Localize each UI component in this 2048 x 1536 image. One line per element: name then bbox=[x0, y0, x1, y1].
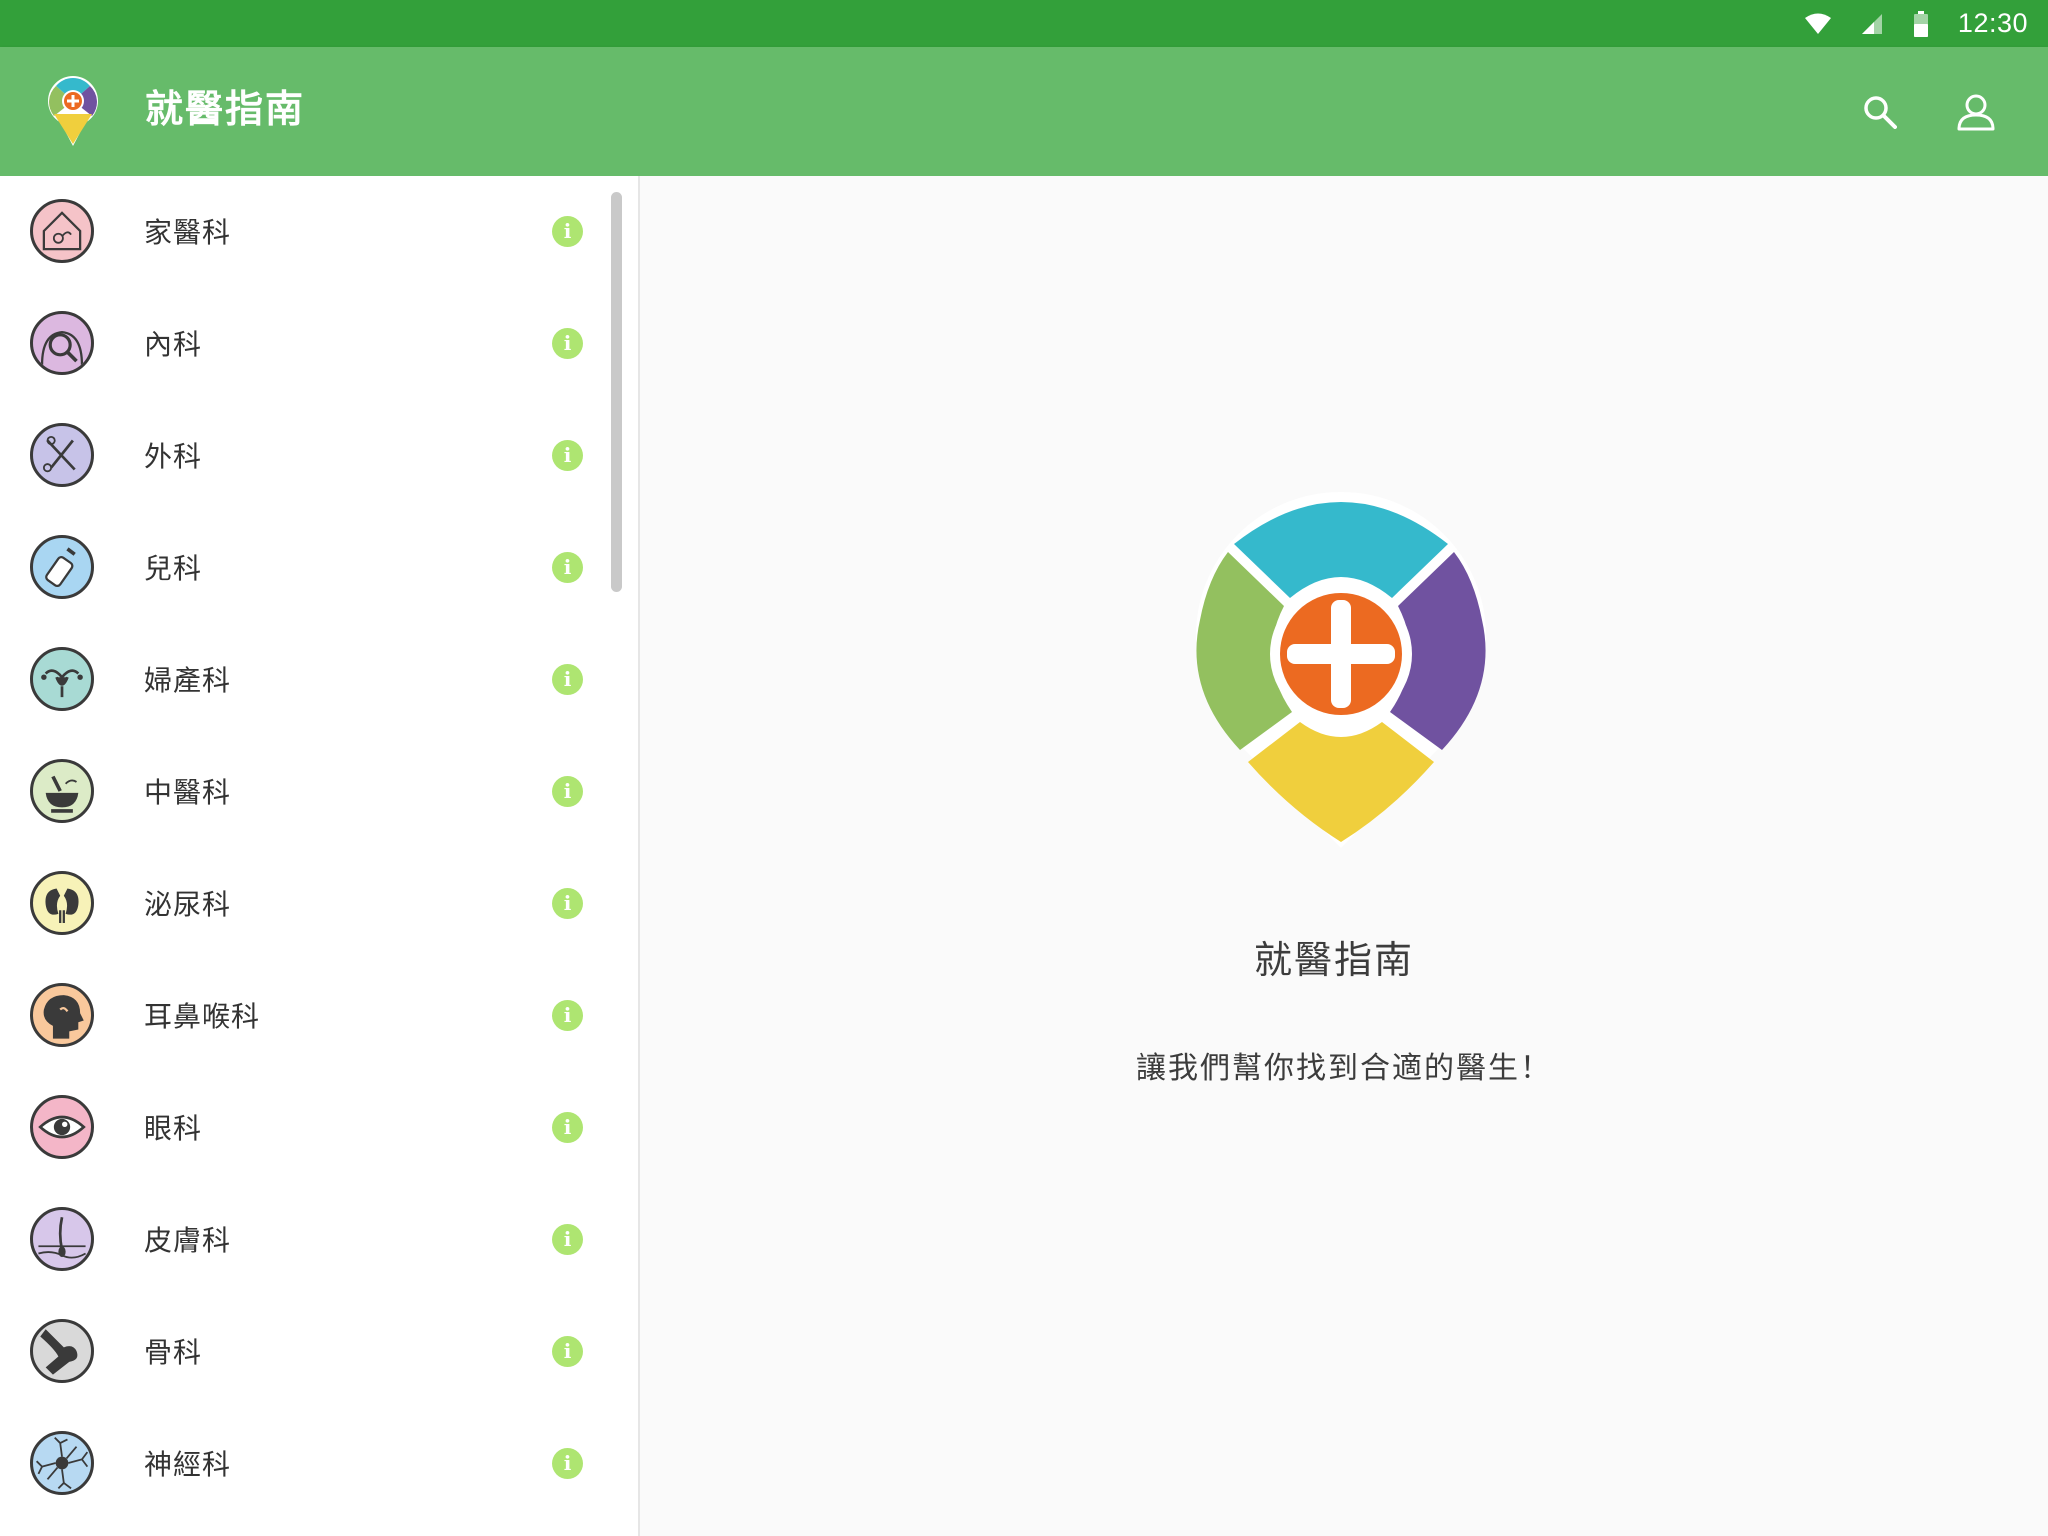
house-doctor-icon bbox=[30, 199, 94, 263]
info-icon[interactable]: i bbox=[552, 1111, 583, 1143]
info-icon[interactable]: i bbox=[552, 439, 583, 471]
department-label: 中醫科 bbox=[144, 776, 232, 809]
uterus-icon bbox=[30, 647, 94, 711]
search-icon bbox=[1864, 96, 1897, 129]
account-button[interactable] bbox=[1951, 87, 2001, 137]
info-icon[interactable]: i bbox=[552, 551, 583, 583]
status-icons: 12:30 bbox=[1804, 0, 2028, 47]
department-label: 內科 bbox=[144, 328, 203, 361]
skin-hair-icon bbox=[30, 1207, 94, 1271]
cell-signal-icon bbox=[1861, 13, 1882, 34]
department-label: 骨科 bbox=[144, 1336, 203, 1369]
app-logo-icon bbox=[48, 76, 98, 146]
department-list[interactable]: 家醫科 i 內科 i 外科 i 兒科 i 婦產科 i 中醫科 i 泌尿科 i 耳鼻喉科 i 眼科 i 皮膚科 i 骨科 i… bbox=[0, 176, 640, 1536]
department-item[interactable]: 兒科 i bbox=[0, 511, 600, 623]
battery-icon bbox=[1913, 10, 1928, 37]
department-item[interactable]: 泌尿科 i bbox=[0, 847, 600, 959]
info-icon[interactable]: i bbox=[552, 327, 583, 359]
head-profile-icon bbox=[30, 983, 94, 1047]
info-icon[interactable]: i bbox=[552, 1335, 583, 1367]
status-bar: 12:30 bbox=[0, 0, 2048, 47]
department-label: 神經科 bbox=[144, 1448, 232, 1481]
herb-mortar-icon bbox=[30, 759, 94, 823]
info-icon[interactable]: i bbox=[552, 663, 583, 695]
department-item[interactable]: 神經科 i bbox=[0, 1407, 600, 1519]
department-item[interactable]: 家醫科 i bbox=[0, 176, 600, 287]
department-item[interactable]: 婦產科 i bbox=[0, 623, 600, 735]
department-label: 皮膚科 bbox=[144, 1224, 232, 1257]
eye-icon bbox=[30, 1095, 94, 1159]
department-label: 耳鼻喉科 bbox=[144, 1000, 261, 1033]
app-title: 就醫指南 bbox=[145, 87, 306, 131]
knee-bone-icon bbox=[30, 1319, 94, 1383]
department-label: 兒科 bbox=[144, 552, 203, 585]
app-bar: 就醫指南 bbox=[0, 47, 2048, 176]
wifi-icon bbox=[1804, 13, 1831, 34]
department-item[interactable]: 耳鼻喉科 i bbox=[0, 959, 600, 1071]
main-subtitle: 讓我們幫你找到合適的醫生！ bbox=[1136, 1051, 1552, 1086]
department-label: 泌尿科 bbox=[144, 888, 232, 921]
account-icon bbox=[1957, 94, 1995, 131]
body-magnifier-icon bbox=[30, 311, 94, 375]
baby-bottle-icon bbox=[30, 535, 94, 599]
info-icon[interactable]: i bbox=[552, 887, 583, 919]
department-label: 眼科 bbox=[144, 1112, 203, 1145]
neuron-icon bbox=[30, 1431, 94, 1495]
info-icon[interactable]: i bbox=[552, 775, 583, 807]
department-item[interactable]: 內科 i bbox=[0, 287, 600, 399]
department-label: 外科 bbox=[144, 440, 203, 473]
info-icon[interactable]: i bbox=[552, 215, 583, 247]
department-item[interactable]: 外科 i bbox=[0, 399, 600, 511]
department-label: 婦產科 bbox=[144, 664, 232, 697]
main-panel: 就醫指南 讓我們幫你找到合適的醫生！ bbox=[640, 176, 2048, 1536]
department-item[interactable]: 中醫科 i bbox=[0, 735, 600, 847]
info-icon[interactable]: i bbox=[552, 1447, 583, 1479]
scissors-scalpel-icon bbox=[30, 423, 94, 487]
main-title: 就醫指南 bbox=[1253, 938, 1414, 982]
status-time: 12:30 bbox=[1957, 8, 2028, 38]
info-icon[interactable]: i bbox=[552, 999, 583, 1031]
map-pin-medical-logo bbox=[1196, 492, 1486, 848]
scrollbar-thumb[interactable] bbox=[611, 192, 622, 592]
department-item[interactable]: 眼科 i bbox=[0, 1071, 600, 1183]
department-item[interactable]: 骨科 i bbox=[0, 1295, 600, 1407]
search-button[interactable] bbox=[1855, 87, 1905, 137]
info-icon[interactable]: i bbox=[552, 1223, 583, 1255]
department-item[interactable]: 皮膚科 i bbox=[0, 1183, 600, 1295]
department-label: 家醫科 bbox=[144, 216, 232, 249]
kidney-icon bbox=[30, 871, 94, 935]
